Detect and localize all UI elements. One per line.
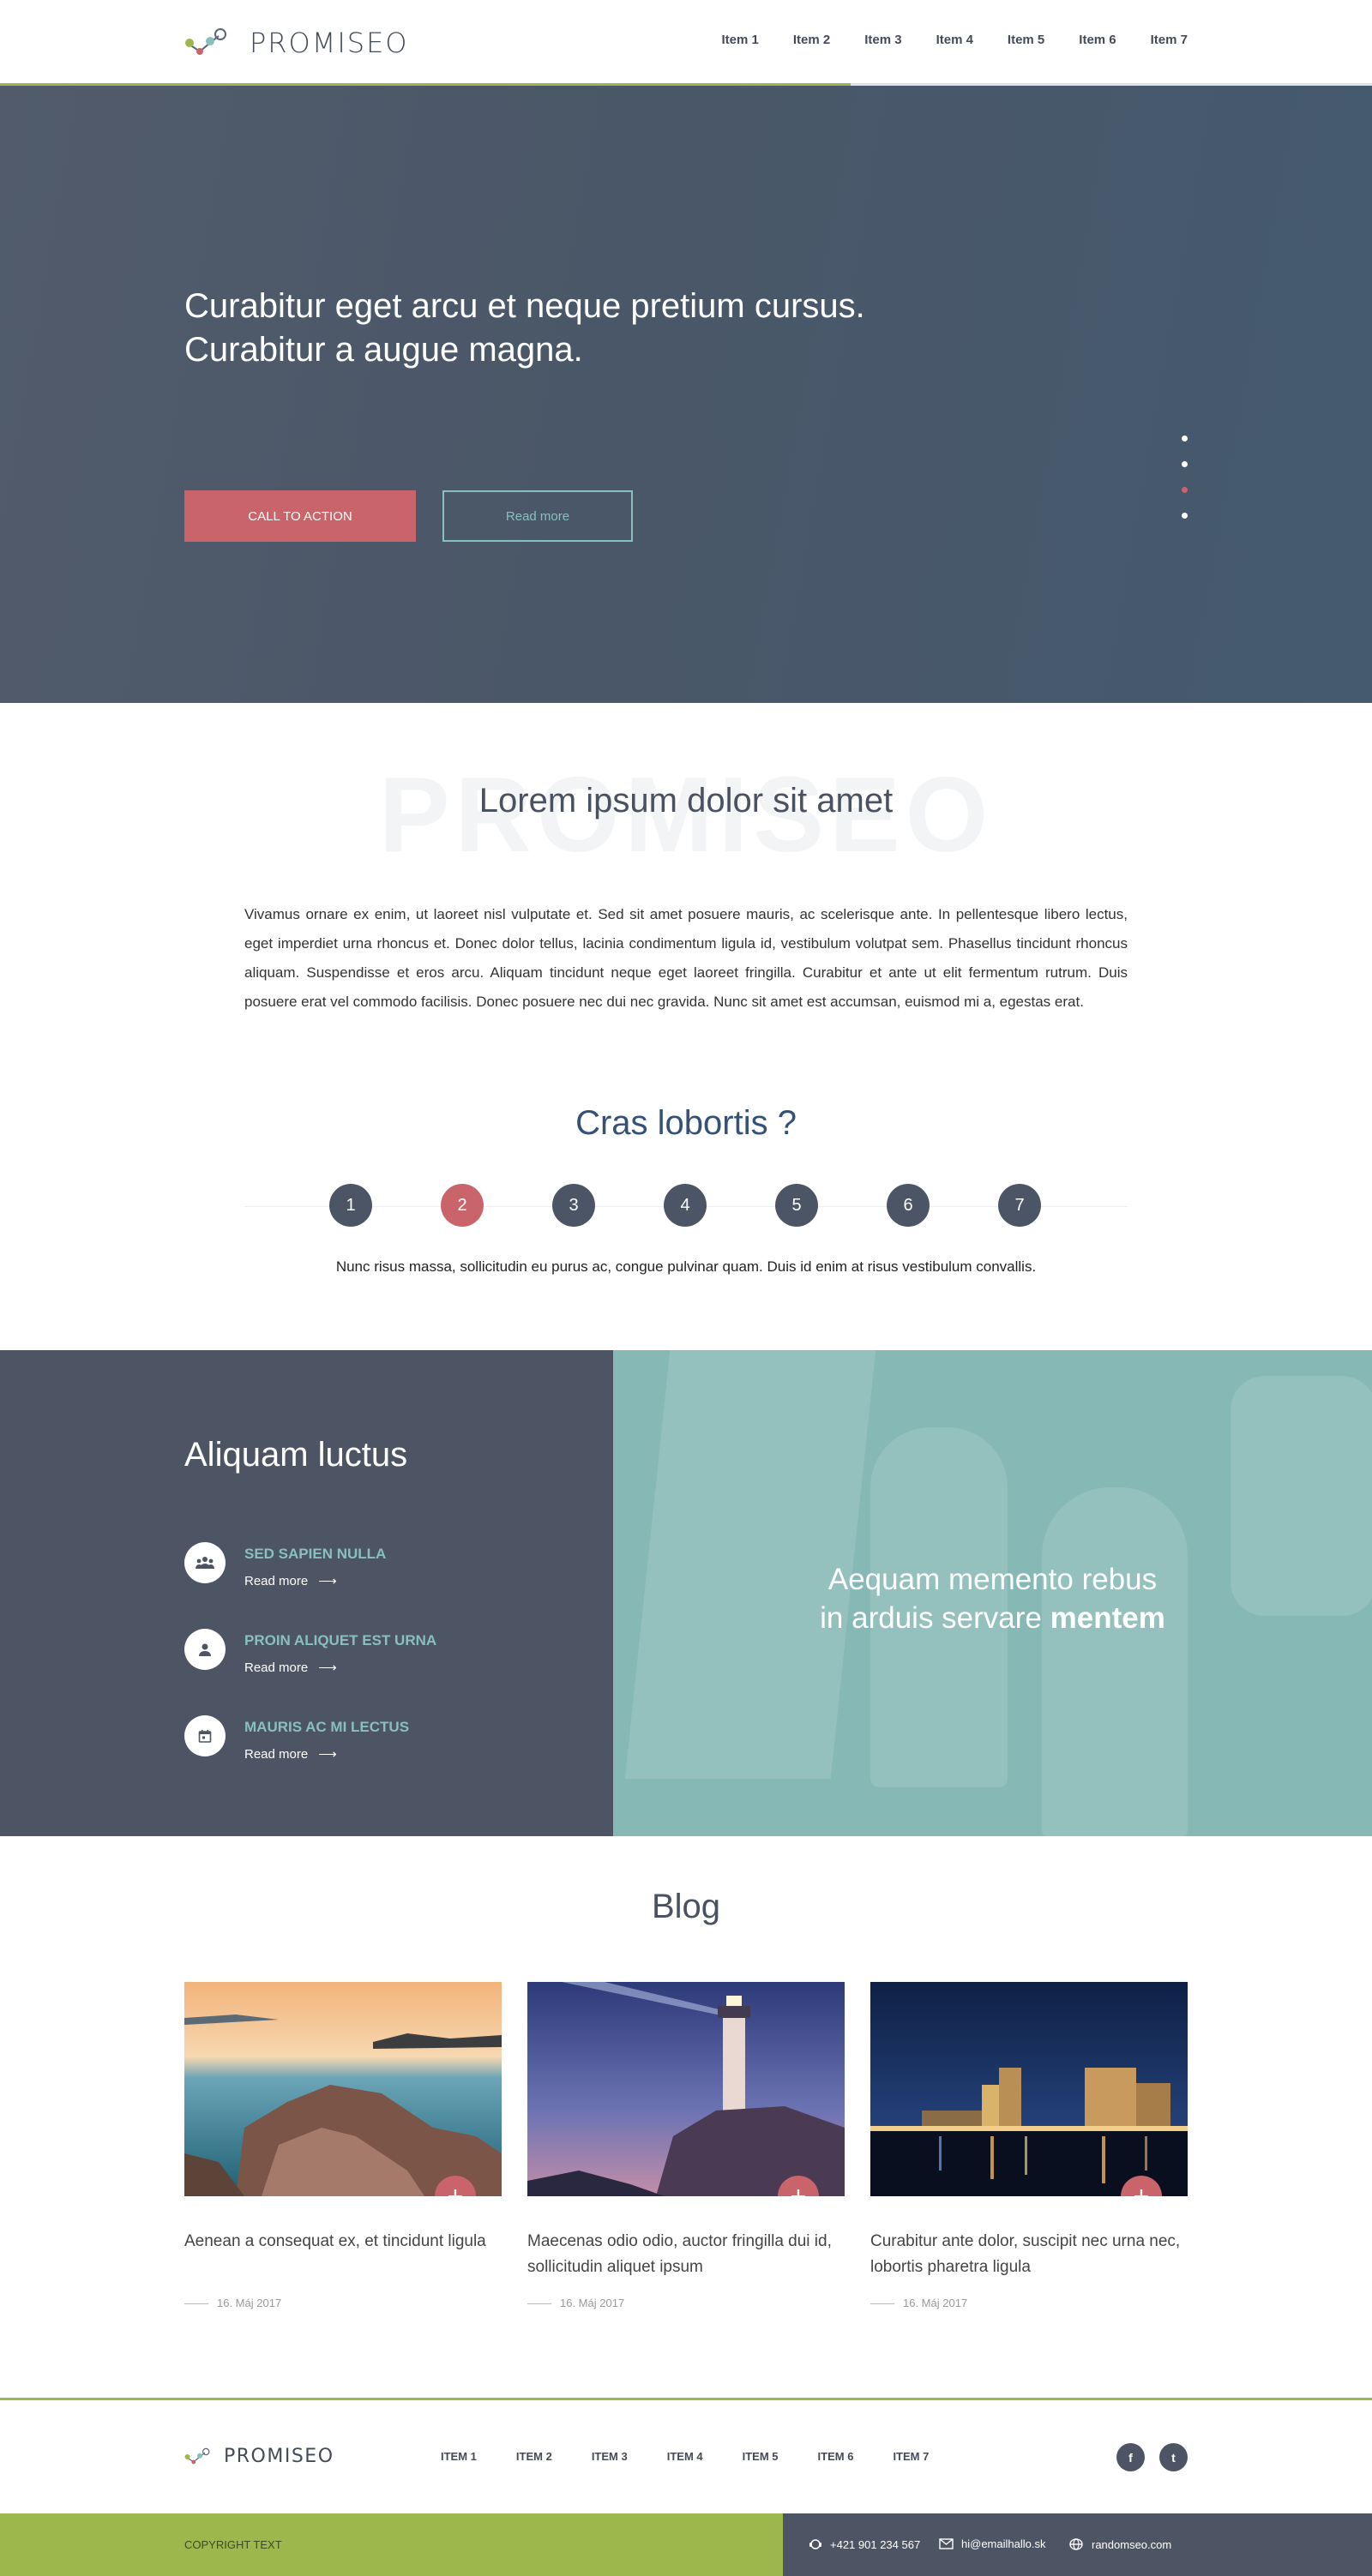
person-icon — [184, 1629, 226, 1670]
blog-section: Blog + Aenean a consequat ex, et tincidu… — [0, 1836, 1372, 2398]
feature-read-more-link[interactable]: Read more ⟶ — [244, 1573, 337, 1588]
nav-item-6[interactable]: Item 6 — [1079, 33, 1116, 47]
intro-title: Lorem ipsum dolor sit amet — [478, 782, 894, 820]
main-nav: Item 1 Item 2 Item 3 Item 4 Item 5 Item … — [687, 33, 1188, 47]
twitter-icon[interactable]: t — [1159, 2443, 1188, 2471]
slider-dot-4[interactable] — [1182, 513, 1188, 519]
copyright-panel: COPYRIGHT TEXT — [0, 2513, 783, 2576]
footer-nav-item-4[interactable]: ITEM 4 — [667, 2450, 703, 2463]
hero-read-more-button[interactable]: Read more — [442, 490, 633, 542]
phone-icon — [809, 2537, 822, 2551]
background-photo-shape — [1042, 1487, 1188, 1836]
footer-logo-text: PROMISEO — [224, 2446, 334, 2467]
intro-paragraph: Vivamus ornare ex enim, ut laoreet nisl … — [244, 906, 1128, 1010]
blog-card[interactable]: + Maecenas odio odio, auctor fringilla d… — [527, 1982, 845, 2309]
intro-section: PROMISEO Lorem ipsum dolor sit amet Viva… — [0, 703, 1372, 1350]
features-title: Aliquam luctus — [184, 1436, 408, 1474]
step-1[interactable]: 1 — [329, 1184, 372, 1227]
nav-item-2[interactable]: Item 2 — [793, 33, 830, 47]
step-3[interactable]: 3 — [552, 1184, 595, 1227]
slider-dot-2[interactable] — [1182, 461, 1188, 467]
faq-title: Cras lobortis ? — [575, 1104, 797, 1142]
feature-item: PROIN ALIQUET EST URNA Read more ⟶ — [184, 1629, 579, 1680]
calendar-icon — [184, 1715, 226, 1756]
footer-nav-item-6[interactable]: ITEM 6 — [818, 2450, 854, 2463]
step-7[interactable]: 7 — [998, 1184, 1041, 1227]
blog-image-coast[interactable]: + — [184, 1982, 502, 2196]
bottom-bar: COPYRIGHT TEXT +421 901 234 567 hi@email… — [0, 2513, 1372, 2576]
feature-read-more-link[interactable]: Read more ⟶ — [244, 1660, 337, 1675]
step-6[interactable]: 6 — [887, 1184, 930, 1227]
header: PROMISEO Item 1 Item 2 Item 3 Item 4 Ite… — [0, 0, 1372, 86]
quote-image-panel: Aequam memento rebus in arduis servare m… — [613, 1350, 1372, 1836]
slider-dots — [1182, 435, 1188, 538]
nav-item-4[interactable]: Item 4 — [936, 33, 973, 47]
footer-nav-item-3[interactable]: ITEM 3 — [592, 2450, 628, 2463]
envelope-icon — [939, 2538, 954, 2549]
blog-card-date: 16. Máj 2017 — [870, 2297, 967, 2309]
quote-highlight: mentem — [1050, 1601, 1165, 1635]
logo[interactable]: PROMISEO — [184, 26, 408, 60]
nav-item-5[interactable]: Item 5 — [1008, 33, 1044, 47]
feature-item: MAURIS AC MI LECTUS Read more ⟶ — [184, 1715, 579, 1767]
feature-name: PROIN ALIQUET EST URNA — [244, 1632, 437, 1648]
arrow-right-icon: ⟶ — [318, 1660, 337, 1675]
contact-panel: +421 901 234 567 hi@emailhallo.sk random… — [783, 2513, 1372, 2576]
logo-mark-icon — [184, 2447, 210, 2464]
footer-nav: ITEM 1 ITEM 2 ITEM 3 ITEM 4 ITEM 5 ITEM … — [441, 2450, 968, 2463]
slider-dot-3[interactable] — [1182, 487, 1188, 493]
hero-section: Curabitur eget arcu et neque pretium cur… — [0, 86, 1372, 736]
blog-card-date: 16. Máj 2017 — [527, 2297, 624, 2309]
nav-item-7[interactable]: Item 7 — [1151, 33, 1188, 47]
footer: PROMISEO ITEM 1 ITEM 2 ITEM 3 ITEM 4 ITE… — [0, 2398, 1372, 2513]
facebook-icon[interactable]: f — [1116, 2443, 1145, 2471]
nav-item-3[interactable]: Item 3 — [864, 33, 901, 47]
blog-card-date: 16. Máj 2017 — [184, 2297, 281, 2309]
blog-card[interactable]: + Curabitur ante dolor, suscipit nec urn… — [870, 1982, 1188, 2309]
footer-nav-item-1[interactable]: ITEM 1 — [441, 2450, 477, 2463]
blog-card-title[interactable]: Aenean a consequat ex, et tincidunt ligu… — [184, 2229, 502, 2255]
features-section: Aliquam luctus SED SAPIEN NULLA Read mor… — [0, 1350, 1372, 1836]
step-description: Nunc risus massa, sollicitudin eu purus … — [335, 1258, 1037, 1275]
footer-logo[interactable]: PROMISEO — [184, 2446, 334, 2467]
logo-text: PROMISEO — [250, 27, 409, 59]
step-2[interactable]: 2 — [441, 1184, 484, 1227]
feature-read-more-link[interactable]: Read more ⟶ — [244, 1746, 337, 1762]
blog-image-lighthouse[interactable]: + — [527, 1982, 845, 2196]
logo-mark-icon — [185, 28, 226, 55]
group-icon — [184, 1542, 226, 1583]
call-to-action-button[interactable]: CALL TO ACTION — [184, 490, 416, 542]
blog-card-title[interactable]: Curabitur ante dolor, suscipit nec urna … — [870, 2229, 1188, 2280]
blog-image-city-night[interactable]: + — [870, 1982, 1188, 2196]
quote-text: Aequam memento rebus in arduis servare m… — [820, 1563, 1165, 1635]
slider-dot-1[interactable] — [1182, 435, 1188, 441]
features-panel: Aliquam luctus SED SAPIEN NULLA Read mor… — [0, 1350, 613, 1836]
feature-name: MAURIS AC MI LECTUS — [244, 1719, 410, 1735]
feature-name: SED SAPIEN NULLA — [244, 1546, 387, 1562]
website-contact[interactable]: randomseo.com — [1068, 2537, 1171, 2551]
arrow-right-icon: ⟶ — [318, 1574, 337, 1588]
step-5[interactable]: 5 — [775, 1184, 818, 1227]
nav-item-1[interactable]: Item 1 — [721, 33, 758, 47]
copyright-text: COPYRIGHT TEXT — [184, 2538, 282, 2551]
footer-nav-item-7[interactable]: ITEM 7 — [893, 2450, 929, 2463]
blog-card[interactable]: + Aenean a consequat ex, et tincidunt li… — [184, 1982, 502, 2309]
blog-title: Blog — [651, 1888, 721, 1925]
email-contact[interactable]: hi@emailhallo.sk — [939, 2537, 1045, 2550]
blog-card-title[interactable]: Maecenas odio odio, auctor fringilla dui… — [527, 2229, 845, 2280]
feature-item: SED SAPIEN NULLA Read more ⟶ — [184, 1542, 579, 1594]
phone-contact[interactable]: +421 901 234 567 — [809, 2537, 920, 2551]
step-4[interactable]: 4 — [664, 1184, 707, 1227]
footer-nav-item-2[interactable]: ITEM 2 — [516, 2450, 552, 2463]
hero-title: Curabitur eget arcu et neque pretium cur… — [184, 287, 865, 369]
globe-icon — [1068, 2537, 1084, 2551]
footer-nav-item-5[interactable]: ITEM 5 — [743, 2450, 779, 2463]
arrow-right-icon: ⟶ — [318, 1747, 337, 1762]
